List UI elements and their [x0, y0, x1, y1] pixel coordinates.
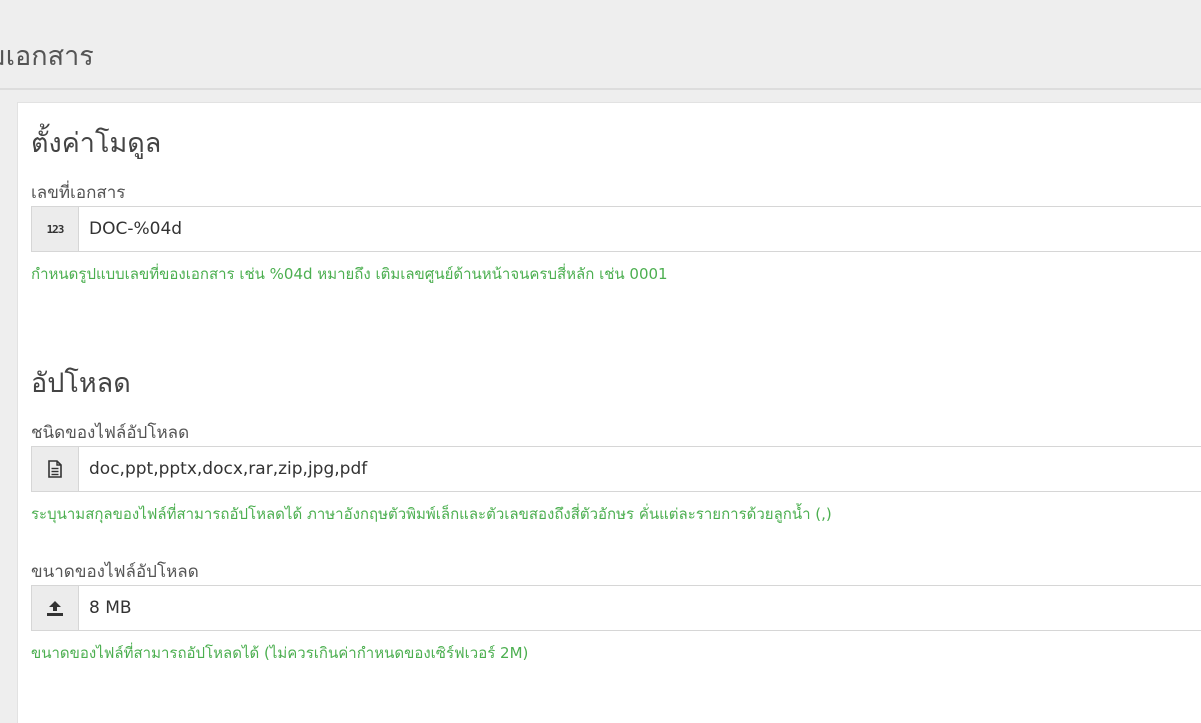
file-size-label: ขนาดของไฟล์อัปโหลด — [31, 562, 199, 582]
settings-panel: ตั้งค่าโมดูล เลขที่เอกสาร 123 กำหนดรูปแบ… — [17, 102, 1201, 723]
file-size-hint: ขนาดของไฟล์ที่สามารถอัปโหลดได้ (ไม่ควรเก… — [31, 644, 529, 662]
numbers-icon: 123 — [32, 207, 79, 251]
file-types-input-group — [31, 446, 1201, 492]
file-size-input[interactable] — [89, 586, 1189, 630]
upload-section-title: อัปโหลด — [31, 368, 131, 399]
page-header: มเอกสาร — [0, 0, 1201, 90]
upload-icon — [32, 586, 79, 630]
file-types-label: ชนิดของไฟล์อัปโหลด — [31, 423, 190, 443]
doc-number-input-group: 123 — [31, 206, 1201, 252]
file-icon — [32, 447, 79, 491]
file-size-input-group — [31, 585, 1201, 631]
doc-number-hint: กำหนดรูปแบบเลขที่ของเอกสาร เช่น %04d หมา… — [31, 265, 668, 283]
doc-number-input[interactable] — [89, 207, 1189, 251]
module-settings-title: ตั้งค่าโมดูล — [31, 128, 162, 159]
file-types-hint: ระบุนามสกุลของไฟล์ที่สามารถอัปโหลดได้ ภา… — [31, 505, 832, 523]
page-title: มเอกสาร — [0, 41, 94, 72]
doc-number-label: เลขที่เอกสาร — [31, 183, 126, 203]
file-types-input[interactable] — [89, 447, 1189, 491]
